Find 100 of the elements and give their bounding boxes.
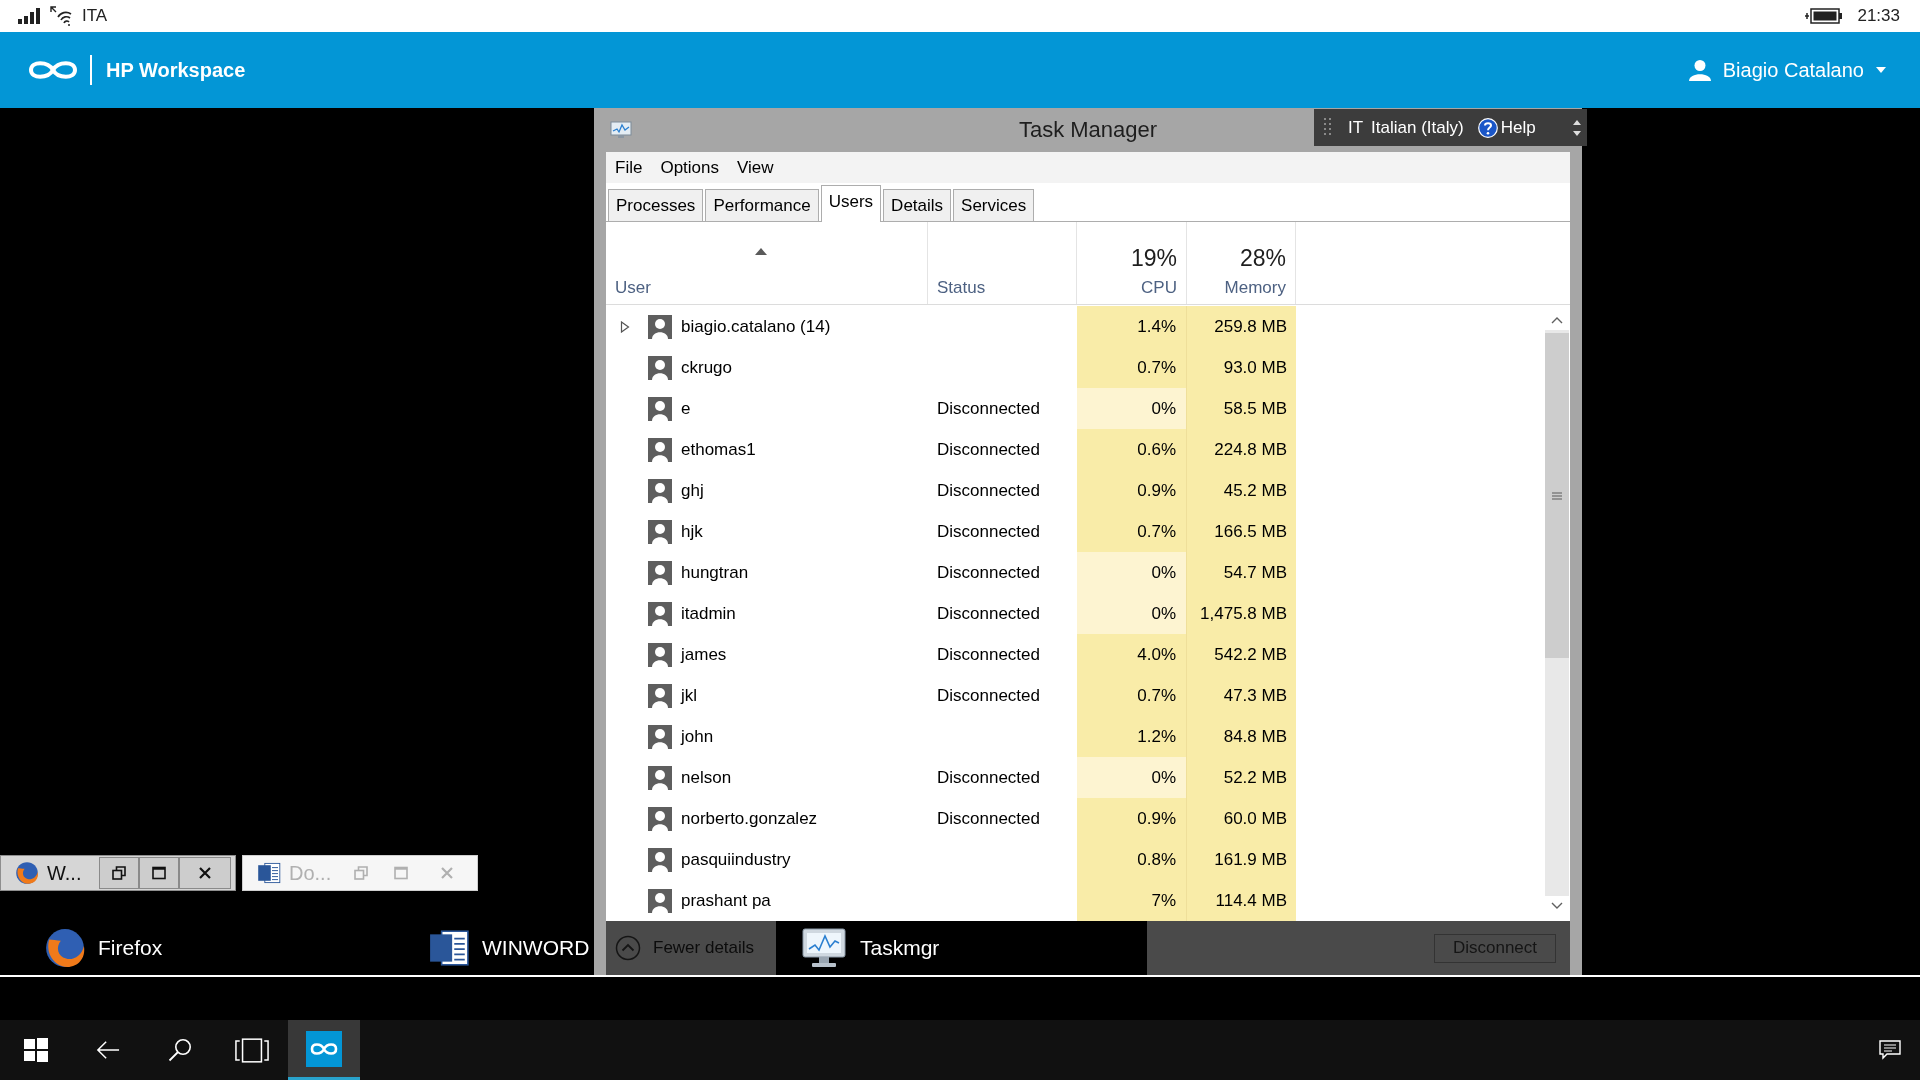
window-title: Task Manager <box>1018 117 1158 143</box>
task-view-icon <box>235 1037 269 1063</box>
restore-icon <box>354 866 368 880</box>
status-text: Disconnected <box>937 603 1040 624</box>
cpu-cell: 7% <box>1077 880 1187 921</box>
taskbar-button[interactable]: Taskmgr <box>776 921 1147 975</box>
grip-icon <box>1552 491 1562 500</box>
clock-time: 21:33 <box>1857 6 1900 26</box>
tab[interactable]: Processes <box>608 189 704 221</box>
help-icon <box>1477 117 1498 138</box>
user-icon <box>648 355 672 380</box>
user-icon <box>648 642 672 667</box>
expander-icon[interactable] <box>620 320 630 333</box>
message-icon <box>1879 1040 1901 1060</box>
user-icon <box>648 601 672 626</box>
app-title: HP Workspace <box>106 58 246 82</box>
menu-item[interactable]: Options <box>651 154 728 181</box>
column-header[interactable]: User <box>615 278 918 298</box>
sort-caret-icon <box>754 248 767 255</box>
menu-item[interactable]: View <box>728 154 783 181</box>
back-arrow-icon <box>96 1038 120 1062</box>
maximize-button[interactable] <box>139 857 179 889</box>
chevron-up-circle-icon <box>615 935 641 961</box>
network-label: ITA <box>82 6 108 26</box>
app-button[interactable] <box>288 1020 360 1080</box>
window-title: W... <box>47 861 82 885</box>
restore-button[interactable] <box>99 857 139 889</box>
memory-cell: 114.4 MB <box>1187 880 1296 921</box>
tab[interactable]: Performance <box>705 189 819 221</box>
memory-cell: 166.5 MB <box>1187 511 1296 552</box>
tab[interactable]: Services <box>953 189 1035 221</box>
user-name: hungtran <box>681 562 749 583</box>
user-icon <box>648 806 672 831</box>
monitor-graph-icon <box>800 927 848 969</box>
user-icon <box>648 683 672 708</box>
cpu-cell: 0% <box>1077 388 1187 429</box>
close-button[interactable] <box>179 857 231 889</box>
signal-icon <box>18 8 40 24</box>
tab[interactable]: Details <box>883 189 952 221</box>
column-header[interactable]: Memory <box>1224 278 1286 298</box>
status-text: Disconnected <box>937 480 1040 501</box>
user-name: james <box>681 644 727 665</box>
memory-cell: 47.3 MB <box>1187 675 1296 716</box>
language-name[interactable]: Italian (Italy) <box>1371 117 1464 138</box>
user-icon <box>648 396 672 421</box>
user-icon <box>648 888 672 913</box>
memory-cell: 54.7 MB <box>1187 552 1296 593</box>
document-icon <box>428 927 470 969</box>
user-icon <box>648 314 672 339</box>
cpu-cell: 0.9% <box>1077 798 1187 839</box>
maximize-icon <box>394 866 408 880</box>
user-name: prashant pa <box>681 890 771 911</box>
user-name: e <box>681 398 691 419</box>
taskbar-button[interactable]: Firefox <box>0 921 388 975</box>
person-icon <box>1688 59 1711 81</box>
document-icon <box>257 861 281 885</box>
user-name: ghj <box>681 480 704 501</box>
wifi-icon <box>50 6 72 26</box>
cpu-cell: 0% <box>1077 593 1187 634</box>
cpu-cell: 4.0% <box>1077 634 1187 675</box>
status-text: Disconnected <box>937 398 1040 419</box>
language-code[interactable]: IT <box>1348 117 1364 138</box>
user-name: itadmin <box>681 603 736 624</box>
user-name: ethomas1 <box>681 439 756 460</box>
memory-total: 28% <box>1239 245 1286 272</box>
memory-cell: 84.8 MB <box>1187 716 1296 757</box>
cpu-cell: 0.8% <box>1077 839 1187 880</box>
tab[interactable]: Users <box>820 185 882 222</box>
window-title: Do... <box>289 861 332 885</box>
restore-icon <box>112 866 126 880</box>
taskbar-button[interactable]: WINWORD <box>388 921 594 975</box>
user-name: norberto.gonzalez <box>681 808 818 829</box>
column-header[interactable]: CPU <box>1141 278 1177 298</box>
status-text: Disconnected <box>937 685 1040 706</box>
status-text: Disconnected <box>937 562 1040 583</box>
memory-cell: 60.0 MB <box>1187 798 1296 839</box>
column-header[interactable]: Status <box>937 278 1067 298</box>
cpu-total: 19% <box>1130 245 1177 272</box>
scrollbar-thumb[interactable] <box>1545 333 1569 658</box>
status-text: Disconnected <box>937 521 1040 542</box>
user-name: jkl <box>681 685 698 706</box>
cpu-cell: 0% <box>1077 552 1187 593</box>
user-name: biagio.catalano (14) <box>681 316 831 337</box>
menu-item[interactable]: File <box>606 154 652 181</box>
options-arrows-icon[interactable] <box>1573 118 1581 137</box>
memory-cell: 224.8 MB <box>1187 429 1296 470</box>
user-name: ckrugo <box>681 357 733 378</box>
cpu-cell: 0.7% <box>1077 347 1187 388</box>
close-icon <box>440 866 454 880</box>
user-icon <box>648 519 672 544</box>
user-icon <box>648 724 672 749</box>
cpu-cell: 0% <box>1077 757 1187 798</box>
cpu-cell: 0.6% <box>1077 429 1187 470</box>
battery-icon <box>1805 7 1844 25</box>
status-text: Disconnected <box>937 644 1040 665</box>
cpu-cell: 1.2% <box>1077 716 1187 757</box>
minimized-window-bar[interactable]: W... <box>0 855 236 891</box>
help-button[interactable]: Help <box>1477 117 1536 138</box>
user-icon <box>648 437 672 462</box>
status-text: Disconnected <box>937 808 1040 829</box>
